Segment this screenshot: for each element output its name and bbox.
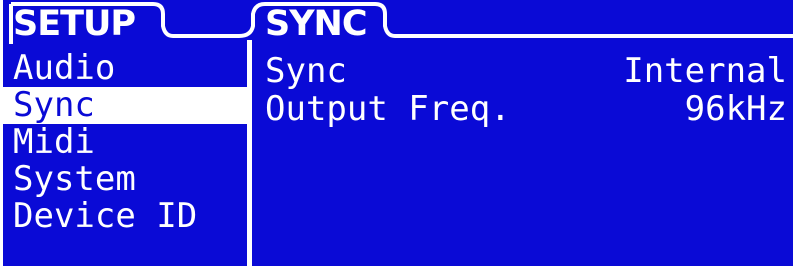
sync-parameters: Sync Internal Output Freq. 96kHz [265, 52, 787, 128]
param-value: Internal [623, 51, 787, 91]
param-row-output-freq[interactable]: Output Freq. 96kHz [265, 90, 787, 128]
menu-item-system[interactable]: System [3, 161, 247, 198]
param-label: Output Freq. [265, 89, 511, 129]
tab-setup[interactable]: SETUP [13, 4, 136, 44]
pane-divider [247, 40, 252, 266]
lcd-screen: SETUP SYNC Audio Sync Midi System Device… [3, 0, 793, 266]
param-value: 96kHz [684, 89, 787, 129]
menu-item-audio[interactable]: Audio [3, 50, 247, 87]
param-label: Sync [265, 51, 347, 91]
menu-item-midi[interactable]: Midi [3, 124, 247, 161]
setup-menu: Audio Sync Midi System Device ID [3, 50, 247, 235]
menu-item-sync[interactable]: Sync [3, 87, 247, 124]
param-row-sync[interactable]: Sync Internal [265, 52, 787, 90]
tab-sync[interactable]: SYNC [265, 4, 368, 44]
menu-item-device-id[interactable]: Device ID [3, 198, 247, 235]
